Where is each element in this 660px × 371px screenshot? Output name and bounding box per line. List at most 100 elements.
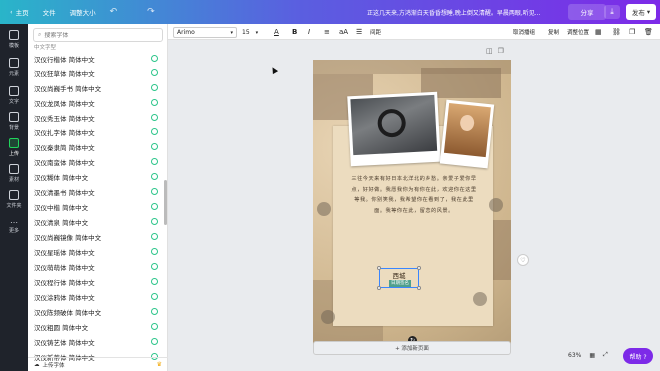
font-item[interactable]: 汉仪铸艺体 简体中文 bbox=[28, 335, 160, 349]
flower-icon bbox=[489, 198, 503, 212]
font-item[interactable]: 汉仪粗圆 简体中文 bbox=[28, 320, 160, 334]
mouse-cursor-icon bbox=[269, 65, 279, 75]
car-photo[interactable] bbox=[347, 91, 441, 167]
signature-date[interactable]: 日期签名 bbox=[389, 280, 411, 287]
check-icon bbox=[151, 99, 158, 106]
font-name: 汉仪中楷 简体中文 bbox=[34, 204, 89, 212]
align-center-icon: ≡ bbox=[324, 28, 330, 36]
font-item[interactable]: 汉仪星瑶体 简体中文 bbox=[28, 245, 160, 259]
font-item[interactable]: 汉仪中楷 简体中文 bbox=[28, 200, 160, 214]
copy-page-icon[interactable]: ❐ bbox=[498, 47, 504, 55]
resize-handle[interactable] bbox=[377, 266, 381, 270]
rail-item-more[interactable]: ⋯ 更多 bbox=[0, 218, 28, 234]
transparency-button[interactable]: ▦ bbox=[595, 26, 602, 38]
add-page-button[interactable]: + 添加新页面 bbox=[313, 341, 511, 355]
case-button[interactable]: aA bbox=[339, 26, 348, 38]
car-interior-image bbox=[350, 94, 438, 156]
check-icon bbox=[151, 293, 158, 300]
position-button[interactable]: 调整位置 bbox=[567, 26, 589, 38]
font-item[interactable]: 汉仪尚巍镜像 简体中文 bbox=[28, 230, 160, 244]
font-item[interactable]: 汉仪清墨书 简体中文 bbox=[28, 185, 160, 199]
undo-button[interactable]: ↶ bbox=[110, 7, 118, 17]
grid-view-icon[interactable]: ▦ bbox=[589, 352, 595, 359]
font-item[interactable]: 汉仪糊体 简体中文 bbox=[28, 170, 160, 184]
section-label: 中文字型 bbox=[28, 42, 160, 52]
font-item[interactable]: 汉仪清泉 简体中文 bbox=[28, 215, 160, 229]
bold-button[interactable]: B bbox=[292, 26, 297, 38]
check-icon bbox=[151, 173, 158, 180]
resize-button[interactable]: 调整大小 bbox=[70, 7, 96, 17]
resize-handle[interactable] bbox=[417, 266, 421, 270]
spacing-button[interactable]: 间距 bbox=[370, 26, 381, 38]
rail-item-folder[interactable]: 文件夹 bbox=[0, 190, 28, 209]
font-item[interactable]: 汉仪龙凤体 简体中文 bbox=[28, 96, 160, 110]
rail-item-background[interactable]: 背景 bbox=[0, 112, 28, 131]
panel-scrollbar[interactable] bbox=[164, 180, 167, 225]
chevron-left-icon: ‹ bbox=[10, 8, 13, 16]
font-item[interactable]: 汉仪尚巍手书 简体中文 bbox=[28, 81, 160, 95]
font-item[interactable]: 汉仪狂草体 简体中文 bbox=[28, 66, 160, 80]
letter-case-icon: aA bbox=[339, 28, 349, 36]
font-family-select[interactable]: Arimo ▾ bbox=[173, 27, 237, 38]
page-settings-icon[interactable]: ◫ bbox=[486, 47, 493, 55]
font-item[interactable]: 汉仪程行体 简体中文 bbox=[28, 275, 160, 289]
file-menu[interactable]: 文件 bbox=[43, 7, 56, 17]
rail-item-element[interactable]: 素材 bbox=[0, 164, 28, 183]
comment-button[interactable]: ♡ bbox=[517, 254, 529, 266]
section-label-text: 中文字型 bbox=[34, 45, 57, 51]
font-name: 汉仪糊体 简体中文 bbox=[34, 174, 89, 182]
rail-item-upload[interactable]: 上传 bbox=[0, 138, 28, 157]
rail-item-template[interactable]: 模板 bbox=[0, 30, 28, 49]
fullscreen-icon[interactable]: ⤢ bbox=[603, 351, 608, 359]
list-button[interactable]: ☰ bbox=[356, 26, 362, 38]
signature-selection[interactable]: 西城 日期签名 bbox=[377, 266, 421, 290]
font-item[interactable]: 汉仪南蛮体 简体中文 bbox=[28, 155, 160, 169]
check-icon bbox=[151, 323, 158, 330]
check-icon bbox=[151, 248, 158, 255]
upload-icon bbox=[9, 138, 19, 148]
rail-label: 文件夹 bbox=[6, 203, 22, 209]
resize-handle[interactable] bbox=[417, 286, 421, 290]
duplicate-button[interactable]: ❐ bbox=[629, 26, 635, 38]
font-name: 汉仪清墨书 简体中文 bbox=[34, 189, 95, 197]
font-name: 汉仪程行体 简体中文 bbox=[34, 279, 95, 287]
rail-label: 模板 bbox=[8, 43, 19, 49]
ungroup-button[interactable]: 取消播组 bbox=[513, 26, 535, 38]
italic-button[interactable]: I bbox=[308, 26, 310, 38]
font-item[interactable]: 汉仪秦隶简 简体中文 bbox=[28, 140, 160, 154]
search-input[interactable] bbox=[44, 31, 145, 39]
font-item[interactable]: 汉仪涂鸦体 简体中文 bbox=[28, 290, 160, 304]
zoom-level[interactable]: 63% bbox=[568, 352, 581, 359]
home-button[interactable]: ‹ 主页 bbox=[10, 7, 29, 17]
redo-button[interactable]: ↷ bbox=[147, 7, 155, 17]
rail-item-shapes[interactable]: 元素 bbox=[0, 58, 28, 77]
font-item[interactable]: 汉仪陈频破体 简体中文 bbox=[28, 305, 160, 319]
font-item[interactable]: 汉仪行楷体 简体中文 bbox=[28, 52, 160, 66]
font-item[interactable]: 汉仪扎字体 简体中文 bbox=[28, 125, 160, 139]
copy-style-button[interactable]: 复制 bbox=[548, 26, 559, 38]
portrait-photo[interactable] bbox=[439, 99, 495, 169]
bottom-bar: 63% ▦ ⤢ bbox=[568, 351, 608, 359]
font-name: 汉仪涂鸦体 简体中文 bbox=[34, 294, 95, 302]
publish-button[interactable]: 发布 ▾ bbox=[626, 4, 656, 20]
check-icon bbox=[151, 158, 158, 165]
upload-font-button[interactable]: ☁ 上传字体 ♛ bbox=[28, 357, 168, 371]
download-button[interactable]: ⤓ bbox=[604, 5, 620, 19]
help-button[interactable]: 帮助 ? bbox=[623, 348, 653, 364]
link-button[interactable]: ⛓ bbox=[612, 26, 621, 38]
design-page[interactable]: 三往今天来有好日本北洋北的乡愁。亲爱子爱你早点，好好做。我愿我你为有你在此，欢迎… bbox=[313, 60, 511, 350]
document-title[interactable]: 正这几天来,方鸿渐白天昏昏想睡,晚上倒又清醒。早晨两眼,听见... bbox=[367, 8, 540, 17]
font-item[interactable]: 汉仪秀玉体 简体中文 bbox=[28, 111, 160, 125]
publish-label: 发布 bbox=[631, 9, 645, 17]
share-button[interactable]: 分享 bbox=[568, 4, 606, 20]
align-button[interactable]: ≡ bbox=[324, 26, 330, 38]
font-size-field[interactable]: 15 ▾ bbox=[242, 27, 264, 38]
text-color-button[interactable]: A bbox=[274, 26, 279, 38]
resize-handle[interactable] bbox=[377, 286, 381, 290]
delete-button[interactable]: 🗑 bbox=[644, 26, 653, 38]
rail-item-text[interactable]: 文字 bbox=[0, 86, 28, 105]
poem-text[interactable]: 三往今天来有好日本北洋北的乡愁。亲爱子爱你早点，好好做。我愿我你为有你在此，欢迎… bbox=[351, 174, 477, 216]
font-search[interactable]: ⌕ bbox=[33, 28, 163, 42]
font-item[interactable]: 汉仪萌萌体 简体中文 bbox=[28, 260, 160, 274]
portrait-image bbox=[443, 102, 491, 158]
